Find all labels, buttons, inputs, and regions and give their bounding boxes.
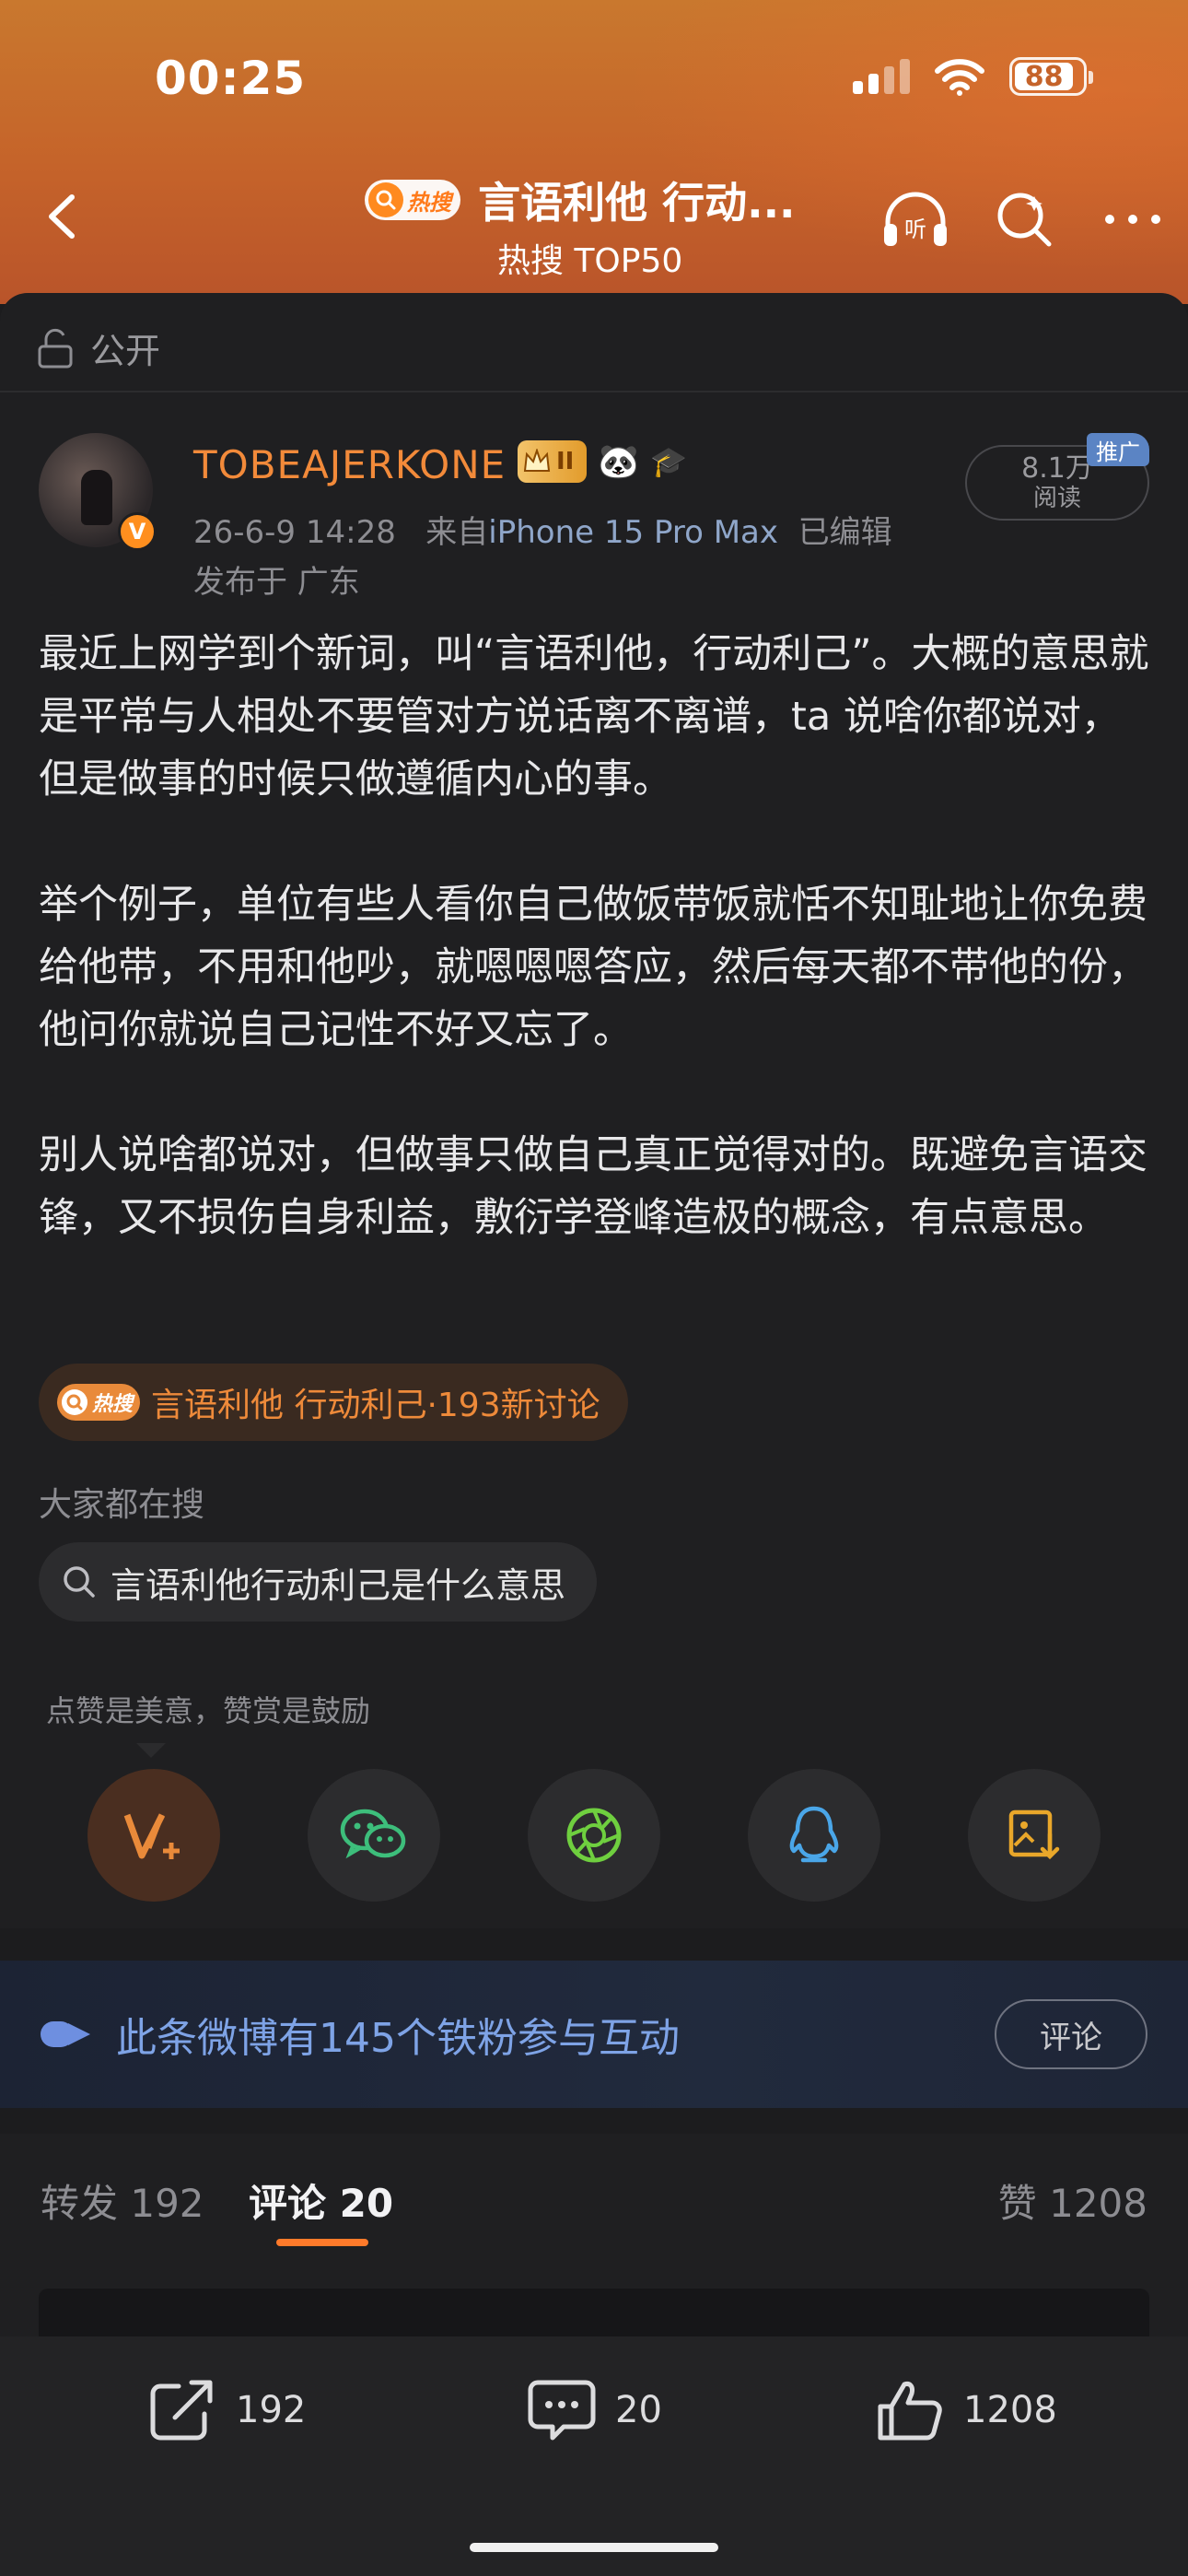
crown-icon <box>523 449 551 472</box>
listen-button[interactable]: 听 <box>880 184 950 254</box>
hot-search-badge: 热搜 <box>365 180 460 220</box>
bottom-action-bar: 192 20 1208 <box>0 2336 1188 2576</box>
qq-penguin-icon <box>789 1806 839 1863</box>
search-icon <box>368 182 403 217</box>
panda-icon: 🐼 <box>598 443 640 481</box>
comment-bubble-icon <box>528 2380 596 2441</box>
visibility-label: 公开 <box>90 331 161 371</box>
edited-label[interactable]: 已编辑 <box>798 514 892 551</box>
comment-button[interactable]: 20 <box>527 2377 662 2443</box>
graduation-cap-icon: 🎓 <box>650 444 688 479</box>
nav-title-area[interactable]: 热搜 言语利他 行动... <box>365 170 844 230</box>
user-badges: II 🐼 🎓 <box>518 440 687 483</box>
search-icon <box>64 1566 95 1598</box>
post-paragraph: 别人说啥都说对，但做事只做自己真正觉得对的。既避免言语交锋，又不损伤自身利益，敷… <box>39 1132 1147 1241</box>
divider <box>0 391 1188 392</box>
tab-repost[interactable]: 转发 192 <box>41 2172 204 2229</box>
tab-likes[interactable]: 赞 1208 <box>998 2172 1147 2229</box>
praise-tip: 点赞是美意，赞赏是鼓励 <box>46 1693 371 1728</box>
comment-count: 20 <box>615 2389 662 2431</box>
repost-button[interactable]: 192 <box>147 2377 306 2443</box>
more-dots-icon <box>1105 215 1160 224</box>
post-meta: 26-6-9 14:28 来自iPhone 15 Pro Max 已编辑 <box>193 507 892 552</box>
hot-topic-label: 言语利他 行动利己·193新讨论 <box>151 1387 600 1424</box>
battery-icon: 88 <box>1009 57 1093 96</box>
promote-tag[interactable]: 推广 <box>1087 433 1149 466</box>
nav-actions: 听 <box>880 184 1168 254</box>
post-card: 公开 V TOBEAJERKONE II 🐼 🎓 26-6-9 14:28 来自… <box>0 293 1188 1928</box>
header: 00:25 88 热搜 言语利他 行动... 热搜 TOP50 听 <box>0 0 1188 304</box>
search-button[interactable] <box>989 184 1059 254</box>
page-title: 言语利他 行动... <box>478 178 796 228</box>
tooltip-arrow <box>136 1743 166 1758</box>
hot-topic-chip[interactable]: 热搜 言语利他 行动利己·193新讨论 <box>39 1364 628 1441</box>
headphones-icon: 听 <box>884 192 947 246</box>
trending-search-chip[interactable]: 言语利他行动利己是什么意思 <box>39 1542 598 1622</box>
cellular-signal-icon <box>853 59 910 94</box>
source-prefix: 来自 <box>425 514 489 551</box>
reward-v-icon <box>123 1813 180 1859</box>
post-paragraph: 举个例子，单位有些人看你自己做饭带饭就恬不知耻地让你免费给他带，不用和他吵，就嗯… <box>39 882 1147 1053</box>
post-content: 最近上网学到个新词，叫“言语利他，行动利己”。大概的意思就是平常与人相处不要管对… <box>39 623 1153 1249</box>
share-row <box>87 1769 1101 1902</box>
like-count: 1208 <box>963 2389 1057 2431</box>
trending-search-query: 言语利他行动利己是什么意思 <box>111 1564 566 1606</box>
share-wechat-button[interactable] <box>308 1769 440 1902</box>
interaction-tabs: 转发 192 评论 20 赞 1208 <box>0 2134 1188 2344</box>
aperture-icon <box>566 1808 622 1863</box>
save-image-button[interactable] <box>968 1769 1101 1902</box>
wechat-icon <box>340 1809 406 1859</box>
back-button[interactable] <box>31 184 96 249</box>
verified-badge-icon: V <box>118 512 157 551</box>
post-location: 发布于 广东 <box>193 564 360 601</box>
read-label: 阅读 <box>1032 485 1081 512</box>
read-count: 8.1万 <box>1021 452 1093 485</box>
status-icons: 88 <box>853 57 1093 96</box>
visibility-row: 公开 <box>37 322 160 373</box>
battery-level: 88 <box>1024 60 1064 93</box>
repost-count: 192 <box>236 2389 307 2431</box>
fans-interaction-text: 此条微博有145个铁粉参与互动 <box>116 2015 680 2062</box>
reward-button[interactable] <box>87 1769 220 1902</box>
hot-search-badge: 热搜 <box>57 1384 141 1421</box>
active-tab-indicator <box>276 2239 368 2246</box>
vip-level-badge[interactable]: II <box>518 440 588 483</box>
post-paragraph: 最近上网学到个新词，叫“言语利他，行动利己”。大概的意思就是平常与人相处不要管对… <box>39 631 1149 802</box>
image-download-icon <box>1008 1809 1060 1860</box>
fans-comment-button[interactable]: 评论 <box>995 1999 1147 2069</box>
chevron-left-icon <box>49 194 75 239</box>
home-indicator[interactable] <box>470 2543 718 2552</box>
post-device[interactable]: iPhone 15 Pro Max <box>488 514 778 551</box>
search-icon <box>62 1389 87 1415</box>
wifi-icon <box>935 59 984 96</box>
trending-search-label: 大家都在搜 <box>39 1486 205 1524</box>
unlock-icon <box>38 328 73 368</box>
search-icon <box>997 193 1052 247</box>
like-button[interactable]: 1208 <box>875 2377 1057 2443</box>
share-arrow-icon <box>150 2380 213 2441</box>
svg-text:听: 听 <box>904 217 926 242</box>
share-qq-button[interactable] <box>748 1769 880 1902</box>
thumbs-up-icon <box>878 2382 942 2441</box>
status-time: 00:25 <box>155 52 307 105</box>
page-subtitle: 热搜 TOP50 <box>497 242 683 280</box>
tab-comments[interactable]: 评论 20 <box>249 2172 393 2229</box>
comment-list-top <box>39 2289 1149 2344</box>
more-button[interactable] <box>1098 184 1168 254</box>
share-moments-button[interactable] <box>528 1769 660 1902</box>
username[interactable]: TOBEAJERKONE <box>193 442 506 487</box>
fans-badge-icon <box>41 2018 92 2051</box>
post-date: 26-6-9 14:28 <box>193 514 396 551</box>
fans-interaction-banner[interactable]: 此条微博有145个铁粉参与互动 评论 <box>0 1961 1188 2108</box>
